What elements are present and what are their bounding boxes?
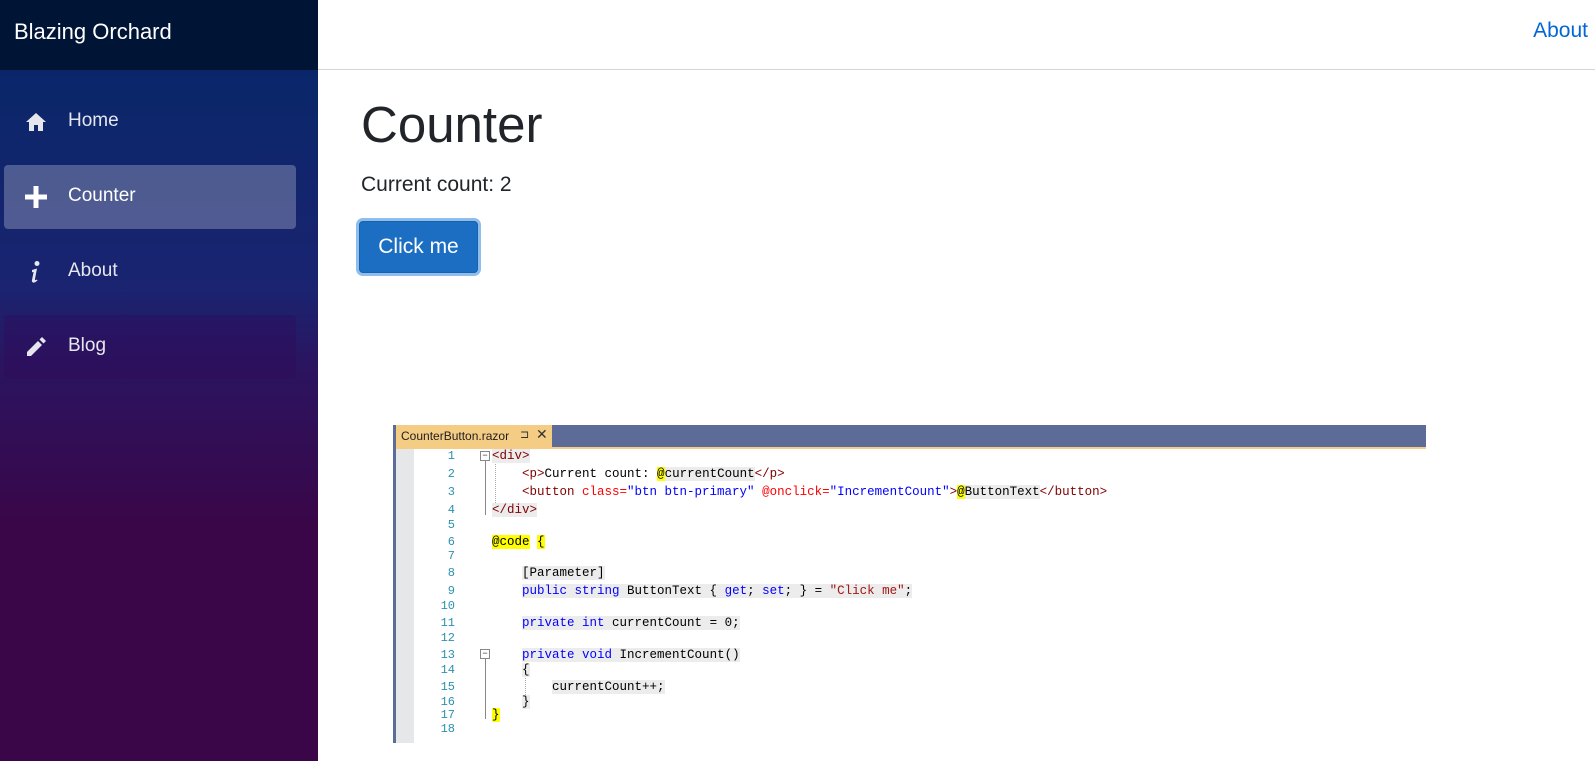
- code-line: private void IncrementCount(): [522, 648, 740, 662]
- line-number: 9: [447, 584, 455, 598]
- line-number: 18: [440, 722, 455, 736]
- editor-gutter: [396, 449, 414, 743]
- code-line: }: [492, 708, 500, 722]
- code-editor-image: CounterButton.razor ⊐ ✕ 1 2 3 4 5 6 7 8 …: [393, 425, 1426, 743]
- about-link[interactable]: About: [1533, 19, 1588, 43]
- plus-icon: [24, 185, 48, 209]
- code-line: </div>: [492, 503, 538, 517]
- code-line: [Parameter]: [522, 566, 605, 580]
- code-line: @code {: [492, 535, 545, 549]
- code-line: }: [522, 695, 530, 709]
- nav-item-label: Home: [68, 110, 119, 131]
- collapse-icon[interactable]: −: [480, 451, 490, 461]
- line-number: 2: [447, 467, 455, 481]
- nav-item-label: About: [68, 260, 118, 281]
- collapse-icon[interactable]: −: [480, 649, 490, 659]
- nav-menu: Home Counter About Blog: [0, 90, 318, 390]
- line-number: 8: [447, 566, 455, 580]
- brand-bar: Blazing Orchard: [0, 0, 318, 70]
- nav-item-blog[interactable]: Blog: [4, 315, 296, 379]
- line-number: 14: [440, 663, 455, 677]
- line-number: 5: [447, 518, 455, 532]
- code-line: public string ButtonText { get; set; } =…: [522, 584, 913, 598]
- home-icon: [24, 110, 48, 134]
- editor-tab-name: CounterButton.razor: [401, 429, 510, 443]
- line-number: 3: [447, 485, 455, 499]
- sidebar: Blazing Orchard Home Counter About Blog: [0, 0, 318, 761]
- nav-item-home[interactable]: Home: [4, 90, 296, 154]
- editor-tab-bar: CounterButton.razor ⊐ ✕: [396, 425, 1426, 447]
- code-line: private int currentCount = 0;: [522, 616, 740, 630]
- line-number: 4: [447, 503, 455, 517]
- current-count-text: Current count: 2: [361, 173, 512, 196]
- click-me-button[interactable]: Click me: [359, 221, 478, 273]
- line-number: 6: [447, 535, 455, 549]
- fold-guide: [485, 659, 486, 719]
- code-body: 1 2 3 4 5 6 7 8 9 10 11 12 13 14 15 16 1…: [414, 449, 1423, 743]
- nav-item-counter[interactable]: Counter: [4, 165, 296, 229]
- line-number: 1: [447, 449, 455, 463]
- page-title: Counter: [361, 96, 543, 153]
- line-number: 17: [440, 708, 455, 722]
- line-number: 11: [440, 616, 455, 630]
- brand-link[interactable]: Blazing Orchard: [14, 19, 172, 45]
- pencil-icon: [24, 335, 48, 359]
- line-number: 10: [440, 599, 455, 613]
- editor-tab[interactable]: CounterButton.razor ⊐ ✕: [396, 425, 552, 447]
- fold-guide: [485, 461, 486, 515]
- line-number: 7: [447, 549, 455, 563]
- line-number: 15: [440, 680, 455, 694]
- code-line: currentCount++;: [552, 680, 665, 694]
- line-number: 12: [440, 631, 455, 645]
- close-icon[interactable]: ✕: [536, 426, 548, 443]
- nav-item-about[interactable]: About: [4, 240, 296, 304]
- info-icon: [24, 260, 48, 284]
- line-number: 13: [440, 648, 455, 662]
- nav-item-label: Counter: [68, 185, 136, 206]
- nav-item-label: Blog: [68, 335, 107, 356]
- code-line: <div>: [492, 449, 530, 463]
- code-line: {: [522, 663, 530, 677]
- code-line: <button class="btn btn-primary" @onclick…: [522, 485, 1108, 499]
- code-line: <p>Current count: @currentCount</p>: [522, 467, 785, 481]
- pin-icon[interactable]: ⊐: [520, 428, 529, 441]
- line-number: 16: [440, 695, 455, 709]
- top-row: About: [318, 0, 1595, 70]
